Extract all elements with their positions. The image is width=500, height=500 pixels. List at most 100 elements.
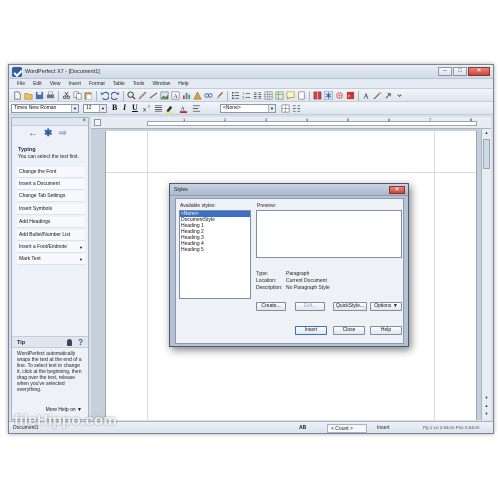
- sidebar-item-insert-document[interactable]: Insert a Document: [17, 179, 85, 190]
- shape-icon[interactable]: [193, 91, 202, 100]
- style-brush-icon[interactable]: [215, 91, 224, 100]
- numbered-list-icon[interactable]: 12: [242, 91, 251, 100]
- save-icon[interactable]: [35, 91, 44, 100]
- wand-icon[interactable]: [373, 91, 382, 100]
- columns-setting-icon[interactable]: [292, 104, 301, 113]
- sidebar-item-mark-text[interactable]: Mark Text ▼: [17, 254, 85, 265]
- bullet-list-icon[interactable]: [231, 91, 240, 100]
- copy-icon[interactable]: [73, 91, 82, 100]
- chart-icon[interactable]: [182, 91, 191, 100]
- create-button[interactable]: Create...: [256, 302, 286, 311]
- zoom-icon[interactable]: [127, 91, 136, 100]
- sidebar-item-insert-symbols[interactable]: Insert Symbols: [17, 204, 85, 215]
- window-title: WordPerfect X7 - [Document1]: [25, 69, 100, 75]
- help-question-icon[interactable]: ?: [78, 338, 83, 347]
- paragraph-style-selector[interactable]: <None> ▼: [220, 104, 276, 113]
- underline-button[interactable]: U: [132, 103, 138, 112]
- asterisk-icon[interactable]: [324, 91, 333, 100]
- superscript-icon[interactable]: x2: [143, 104, 152, 113]
- menu-help[interactable]: Help: [174, 81, 192, 87]
- arrow-tool-icon[interactable]: [384, 91, 393, 100]
- book-icon[interactable]: [313, 91, 322, 100]
- forward-arrow-icon[interactable]: ⇒: [58, 128, 66, 139]
- menu-format[interactable]: Format: [85, 81, 109, 87]
- text-color-icon[interactable]: A: [179, 104, 188, 113]
- next-page-icon[interactable]: ▼: [483, 411, 490, 417]
- spreadsheet-icon[interactable]: [275, 91, 284, 100]
- dialog-close-button[interactable]: ✕: [389, 186, 405, 194]
- count-label: < Count >: [331, 426, 353, 432]
- menu-insert[interactable]: Insert: [64, 81, 85, 87]
- italic-button[interactable]: I: [123, 103, 126, 112]
- minimize-button[interactable]: –: [438, 67, 452, 76]
- more-tools-icon[interactable]: [395, 91, 404, 100]
- link-icon[interactable]: [204, 91, 213, 100]
- new-document-icon[interactable]: [13, 91, 22, 100]
- help-button[interactable]: Help: [370, 326, 402, 335]
- cut-icon[interactable]: [62, 91, 71, 100]
- insert-button[interactable]: Insert: [295, 326, 327, 335]
- menu-view[interactable]: View: [46, 81, 65, 87]
- redo-icon[interactable]: [111, 91, 120, 100]
- quickstyle-button[interactable]: QuickStyle...: [333, 302, 367, 311]
- ruler-number: 7: [429, 117, 432, 122]
- ruler-corner-button[interactable]: [94, 119, 101, 126]
- comment-icon[interactable]: [286, 91, 295, 100]
- open-folder-icon[interactable]: [24, 91, 33, 100]
- scroll-down-icon[interactable]: ▼: [483, 395, 490, 401]
- scroll-up-icon[interactable]: ▲: [483, 130, 490, 136]
- menu-tools[interactable]: Tools: [129, 81, 149, 87]
- bold-button[interactable]: B: [112, 103, 117, 112]
- sidebar-item-tab-settings[interactable]: Change Tab Settings: [17, 191, 85, 202]
- text-box-icon[interactable]: A: [171, 91, 180, 100]
- table-quick-create-icon[interactable]: [281, 104, 290, 113]
- previous-page-icon[interactable]: ▲: [483, 403, 490, 409]
- sidebar-item-label: Add Headings: [19, 219, 51, 225]
- ruler[interactable]: 1 2 3 4 5 6 7 8: [91, 117, 491, 129]
- columns-icon[interactable]: [253, 91, 262, 100]
- sidebar-item-change-font[interactable]: Change the Font: [17, 167, 85, 178]
- preview-label: Preview:: [257, 203, 277, 209]
- style-option[interactable]: Heading 5: [180, 247, 250, 253]
- edit-button[interactable]: Edit...: [295, 302, 325, 311]
- page-view-icon[interactable]: [297, 91, 306, 100]
- menu-file[interactable]: File: [13, 81, 29, 87]
- ruler-strip[interactable]: [147, 121, 477, 126]
- menu-edit[interactable]: Edit: [29, 81, 46, 87]
- font-selector[interactable]: Times New Roman ▼: [11, 104, 79, 113]
- status-insert-mode[interactable]: Insert: [377, 425, 390, 431]
- sidebar-item-bullet-number-list[interactable]: Add Bullet/Number List: [17, 230, 85, 241]
- sidebar-item-foot-endnote[interactable]: Insert a Foot/Endnote ▼: [17, 242, 85, 253]
- highlight-icon[interactable]: [165, 104, 174, 113]
- gear-icon[interactable]: [335, 91, 344, 100]
- line-draw-icon[interactable]: [149, 91, 158, 100]
- ruler-number: 2: [224, 117, 227, 122]
- close-icon[interactable]: ×: [82, 118, 86, 124]
- paste-icon[interactable]: [84, 91, 93, 100]
- font-size-selector[interactable]: 12 ▼: [83, 104, 107, 113]
- pdf-icon[interactable]: P: [346, 91, 355, 100]
- menu-window[interactable]: Window: [148, 81, 174, 87]
- options-button[interactable]: Options ▼: [370, 302, 402, 311]
- count-box[interactable]: < Count >: [327, 424, 367, 433]
- sidebar-item-add-headings[interactable]: Add Headings: [17, 217, 85, 228]
- menu-table[interactable]: Table: [109, 81, 129, 87]
- close-window-button[interactable]: ✕: [468, 67, 490, 76]
- status-ab-indicator[interactable]: AB: [299, 425, 306, 431]
- scrollbar-thumb[interactable]: [483, 139, 490, 169]
- undo-icon[interactable]: [100, 91, 109, 100]
- pen-icon[interactable]: [138, 91, 147, 100]
- dialog-close-text-button[interactable]: Close: [333, 326, 365, 335]
- back-arrow-icon[interactable]: ←: [28, 128, 38, 139]
- vertical-scrollbar[interactable]: ▲ ▼ ▲ ▼: [481, 129, 491, 420]
- ruler-number: 5: [347, 117, 350, 122]
- print-icon[interactable]: [46, 91, 55, 100]
- asterisk-home-icon[interactable]: ✱: [44, 128, 52, 139]
- image-icon[interactable]: [160, 91, 169, 100]
- text-tool-icon[interactable]: A: [362, 91, 371, 100]
- paragraph-format-icon[interactable]: [192, 104, 201, 113]
- justify-icon[interactable]: [154, 104, 163, 113]
- styles-listbox[interactable]: <None> DocumentStyle Heading 1 Heading 2…: [179, 210, 251, 299]
- table-icon[interactable]: [264, 91, 273, 100]
- maximize-button[interactable]: □: [453, 67, 467, 76]
